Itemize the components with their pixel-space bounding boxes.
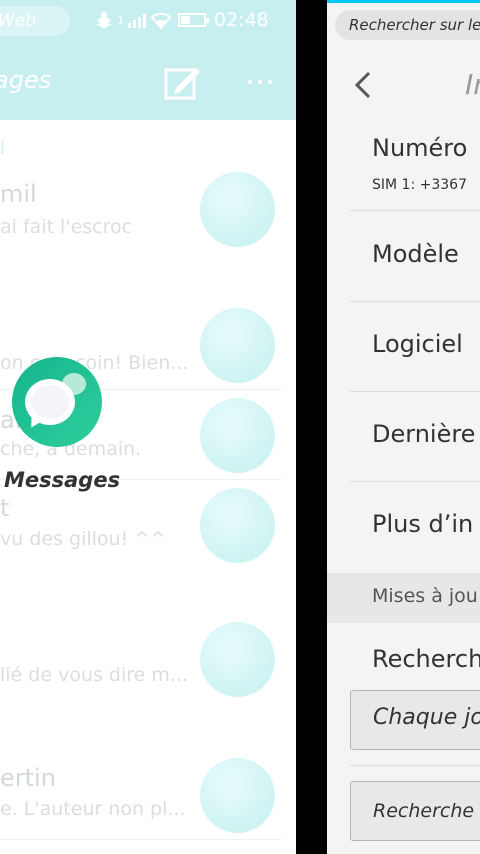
app-label: Messages bbox=[4, 468, 121, 492]
divider bbox=[350, 765, 480, 766]
divider bbox=[350, 481, 480, 482]
avatar bbox=[200, 398, 275, 473]
thread-name: mil bbox=[0, 180, 37, 208]
divider bbox=[350, 210, 480, 211]
update-frequency-select[interactable]: Chaque jo bbox=[350, 690, 480, 750]
list-item[interactable]: ertin e. L'auteur non pl... bbox=[0, 758, 282, 848]
back-arrow-icon[interactable] bbox=[351, 65, 375, 105]
list-item[interactable]: t vu des gillou! ^^ bbox=[0, 488, 282, 608]
page-title: In bbox=[465, 68, 480, 101]
last-update-item[interactable]: Dernière bbox=[372, 420, 480, 448]
search-input[interactable]: Rechercher sur le Web bbox=[335, 10, 480, 40]
phone-number-item[interactable]: Numéro bbox=[372, 134, 480, 162]
avatar bbox=[200, 622, 275, 697]
wifi-icon bbox=[150, 12, 172, 29]
divider bbox=[350, 391, 480, 392]
select-value: Chaque jo bbox=[373, 705, 480, 730]
status-bar: Web 1 02:48 bbox=[0, 0, 296, 40]
bug-icon bbox=[97, 12, 111, 28]
phone-number-value: SIM 1: +3367 bbox=[372, 177, 467, 193]
button-label: Recherche bbox=[373, 800, 475, 822]
avatar bbox=[200, 758, 275, 833]
settings-app-card[interactable]: Rechercher sur le Web In Numéro SIM 1: +… bbox=[327, 0, 480, 854]
divider bbox=[350, 301, 480, 302]
more-info-item[interactable]: Plus d’in bbox=[372, 510, 480, 538]
clock: 02:48 bbox=[214, 9, 269, 31]
thread-name: ertin bbox=[0, 764, 56, 792]
check-now-button[interactable]: Recherche bbox=[350, 781, 480, 841]
sim-indicator: 1 bbox=[117, 13, 124, 27]
avatar bbox=[200, 488, 275, 563]
chat-bubble-icon bbox=[25, 379, 75, 425]
section-title: Mises à jou bbox=[372, 585, 478, 607]
signal-icon bbox=[128, 12, 146, 28]
check-updates-label: Recherch bbox=[372, 645, 480, 673]
list-item[interactable]: lié de vous dire m... bbox=[0, 622, 282, 722]
status-icons: 1 02:48 bbox=[95, 8, 269, 32]
list-item[interactable]: mil ai fait l'escroc bbox=[0, 172, 282, 292]
thread-preview: e. L'auteur non pl... bbox=[0, 798, 186, 820]
thread-preview: lié de vous dire m... bbox=[0, 664, 189, 686]
more-options-icon[interactable] bbox=[240, 62, 280, 102]
thread-name: t bbox=[0, 494, 10, 522]
divider bbox=[0, 839, 282, 840]
updates-section-header: Mises à jou bbox=[327, 573, 480, 623]
section-label: l bbox=[0, 138, 6, 159]
avatar bbox=[200, 308, 275, 383]
page-title: ages bbox=[0, 66, 52, 94]
battery-icon bbox=[178, 13, 209, 27]
thread-preview: ai fait l'escroc bbox=[0, 216, 133, 238]
messages-app-icon[interactable] bbox=[12, 357, 102, 447]
thread-preview: che, à demain. bbox=[0, 438, 142, 460]
messages-app-card[interactable]: Web 1 02:48 ages l bbox=[0, 0, 296, 854]
messages-header: ages bbox=[0, 40, 296, 120]
url-bar[interactable]: Web bbox=[0, 6, 70, 36]
thread-preview: vu des gillou! ^^ bbox=[0, 528, 167, 550]
compose-icon[interactable] bbox=[162, 62, 202, 102]
software-item[interactable]: Logiciel bbox=[372, 330, 480, 358]
avatar bbox=[200, 172, 275, 247]
model-item[interactable]: Modèle bbox=[372, 240, 480, 268]
